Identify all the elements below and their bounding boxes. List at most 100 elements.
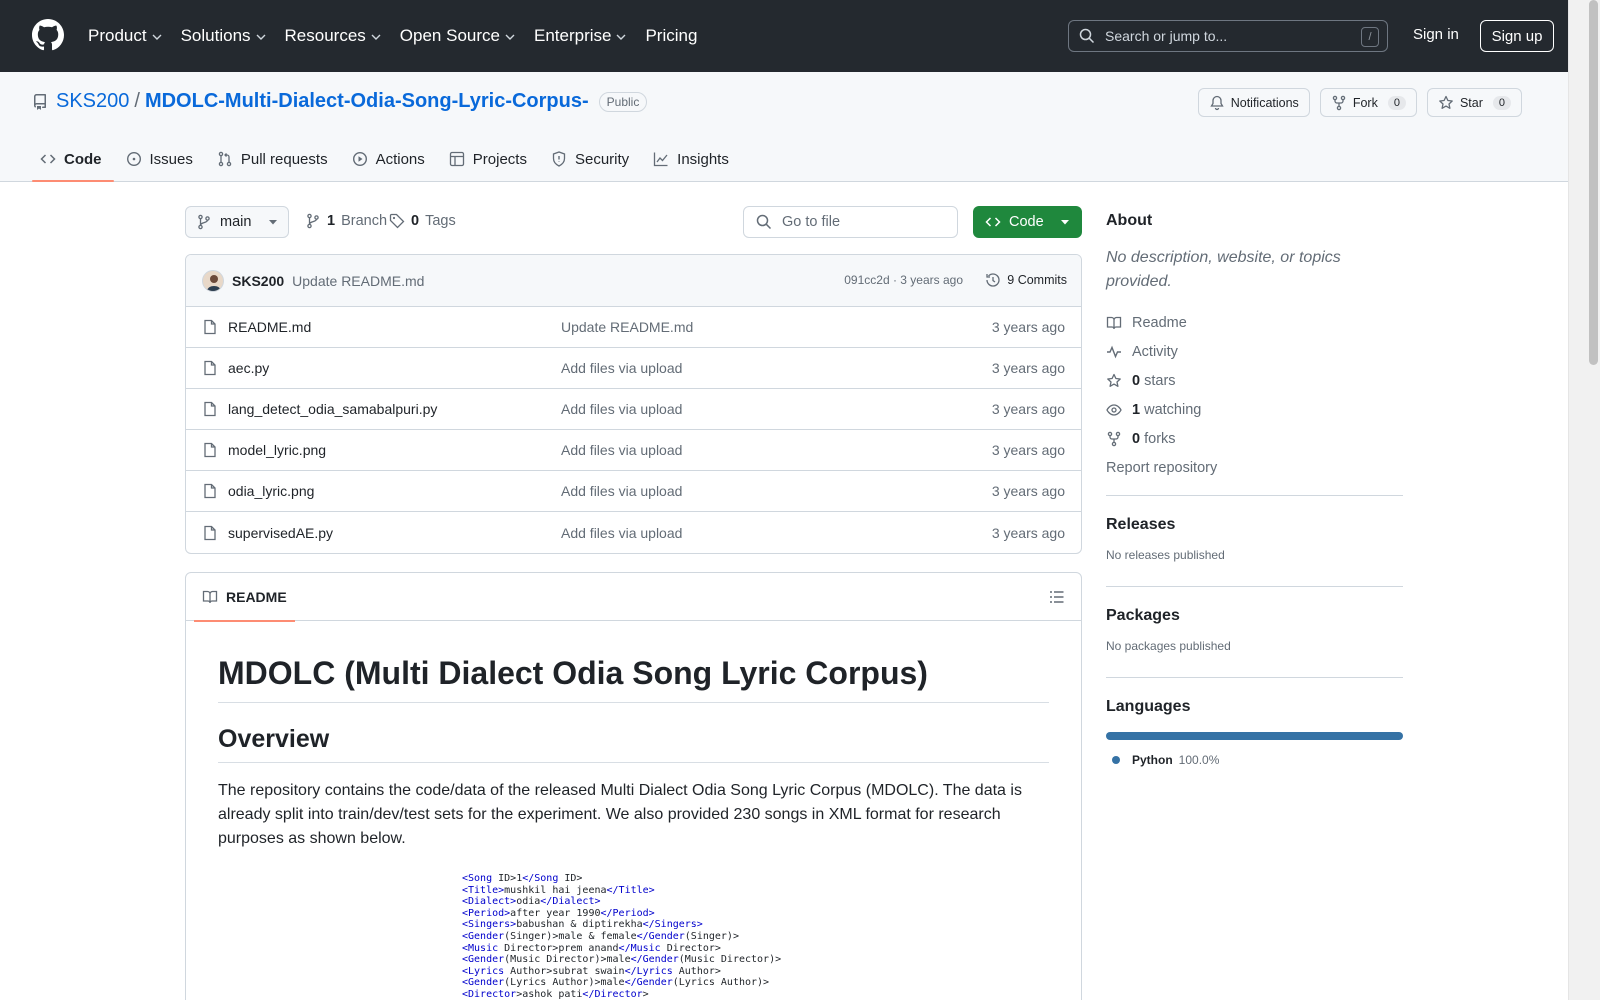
nav-pricing[interactable]: Pricing [645,26,697,46]
book-icon [1106,316,1122,329]
file-icon [204,442,216,458]
github-logo-icon[interactable] [32,19,64,51]
file-date: 3 years ago [991,442,1065,458]
tab-security[interactable]: Security [543,136,641,182]
xml-sample-image: <Song ID>1</Song ID> <Title>mushkil hai j… [462,873,1049,1000]
star-count: 0 [1492,95,1511,110]
notifications-button[interactable]: Notifications [1197,88,1310,117]
branch-icon [198,214,210,230]
slash-shortcut-key: / [1361,27,1379,47]
watching-link[interactable]: 1 watching [1106,395,1386,424]
branches-link[interactable]: 1 Branch [305,213,387,229]
avatar[interactable] [202,269,224,292]
file-commit-message[interactable]: Add files via upload [561,483,682,499]
tab-code[interactable]: Code [32,136,114,182]
xml-line: <Director>ashok pati</Director> [462,988,649,1000]
file-date: 3 years ago [991,319,1065,335]
xml-line: <Gender(Singer)>male & female</Gender(Si… [462,930,739,942]
readme-link[interactable]: Readme [1106,308,1386,337]
table-of-contents-icon[interactable] [1049,589,1065,605]
tab-pull-requests[interactable]: Pull requests [209,136,340,182]
nav-resources[interactable]: Resources [285,26,382,46]
tab-actions[interactable]: Actions [344,136,437,182]
xml-line: <Singers>babushan & diptirekha</Singers> [462,919,703,931]
tab-projects[interactable]: Projects [441,136,539,182]
forks-link[interactable]: 0 forks [1106,424,1386,453]
file-date: 3 years ago [991,524,1065,541]
global-nav: Product Solutions Resources Open Source … [88,0,715,72]
chevron-down-icon [256,34,266,40]
file-name-link[interactable]: odia_lyric.png [228,483,314,499]
file-commit-message[interactable]: Add files via upload [561,525,682,541]
tag-icon [389,213,405,229]
file-commit-message[interactable]: Add files via upload [561,360,682,376]
commit-author-link[interactable]: SKS200 [232,273,284,289]
packages-title[interactable]: Packages [1106,607,1403,625]
fork-count: 0 [1387,95,1406,110]
language-bar [1106,732,1403,740]
stars-link[interactable]: 0 stars [1106,366,1386,395]
file-name-link[interactable]: supervisedAE.py [228,525,333,541]
tags-link[interactable]: 0 Tags [389,213,456,229]
fork-button[interactable]: Fork 0 [1319,88,1417,117]
eye-icon [1106,403,1122,416]
pulse-icon [1107,345,1121,358]
sign-up-button[interactable]: Sign up [1480,20,1554,52]
about-title: About [1106,212,1153,229]
packages-empty-text: No packages published [1106,639,1231,653]
file-name-link[interactable]: lang_detect_odia_samabalpuri.py [228,401,437,417]
releases-empty-text: No releases published [1106,548,1225,562]
xml-line: <Dialect>odia</Dialect> [462,896,601,908]
branch-icon [307,213,319,229]
repo-title: SKS200 / MDOLC-Multi-Dialect-Odia-Song-L… [32,90,648,113]
shield-icon [552,151,566,167]
readme-subheading: Overview [218,725,1049,763]
nav-solutions[interactable]: Solutions [181,26,267,46]
file-name-link[interactable]: README.md [228,319,311,335]
page-scrollbar[interactable] [1568,0,1600,1000]
xml-line: <Period>after year 1990</Period> [462,907,655,919]
nav-product[interactable]: Product [88,26,163,46]
latest-commit-bar: SKS200 Update README.md 091cc2d · 3 year… [186,255,1081,307]
repo-owner-link[interactable]: SKS200 [56,90,129,113]
file-name-link[interactable]: aec.py [228,360,269,376]
branch-select-button[interactable]: main [185,206,289,238]
scrollbar-thumb[interactable] [1589,0,1598,365]
fork-icon [1332,95,1346,110]
nav-open-source[interactable]: Open Source [400,26,516,46]
tab-insights[interactable]: Insights [645,136,741,182]
history-icon [986,273,1000,287]
repo-name-link[interactable]: MDOLC-Multi-Dialect-Odia-Song-Lyric-Corp… [145,90,589,113]
activity-link[interactable]: Activity [1106,337,1386,366]
commits-history-link[interactable]: 9 Commits [985,272,1067,288]
sign-in-link[interactable]: Sign in [1413,26,1459,43]
commit-message-link[interactable]: Update README.md [292,273,424,289]
star-button[interactable]: Star 0 [1426,88,1522,117]
xml-line: <Title>mushkil hai jeena</Title> [462,884,655,896]
releases-title[interactable]: Releases [1106,516,1403,534]
caret-down-icon [269,220,277,225]
file-name-link[interactable]: model_lyric.png [228,442,326,458]
global-search-input[interactable]: Search or jump to... / [1068,20,1388,52]
nav-enterprise[interactable]: Enterprise [534,26,627,46]
caret-down-icon [1061,220,1069,225]
xml-line: <Gender(Lyrics Author)>male</Gender(Lyri… [462,977,770,989]
languages-section: Languages Python 100.0% [1106,677,1403,767]
chevron-down-icon [616,34,626,40]
file-commit-message[interactable]: Add files via upload [561,442,682,458]
go-to-file-input[interactable]: Go to file [743,206,958,238]
graph-icon [654,152,668,167]
language-item[interactable]: Python 100.0% [1106,753,1403,767]
code-icon [985,217,1001,227]
report-repository-link[interactable]: Report repository [1106,453,1386,482]
code-dropdown-button[interactable]: Code [973,206,1082,238]
tab-issues[interactable]: Issues [118,136,205,182]
fork-icon [1107,431,1121,446]
file-commit-message[interactable]: Add files via upload [561,401,682,417]
star-icon [1107,373,1121,387]
readme-tab[interactable]: README [194,573,295,622]
chevron-down-icon [152,34,162,40]
file-date: 3 years ago [991,483,1065,499]
file-commit-message[interactable]: Update README.md [561,319,693,335]
commit-meta[interactable]: 091cc2d · 3 years ago [844,273,963,287]
